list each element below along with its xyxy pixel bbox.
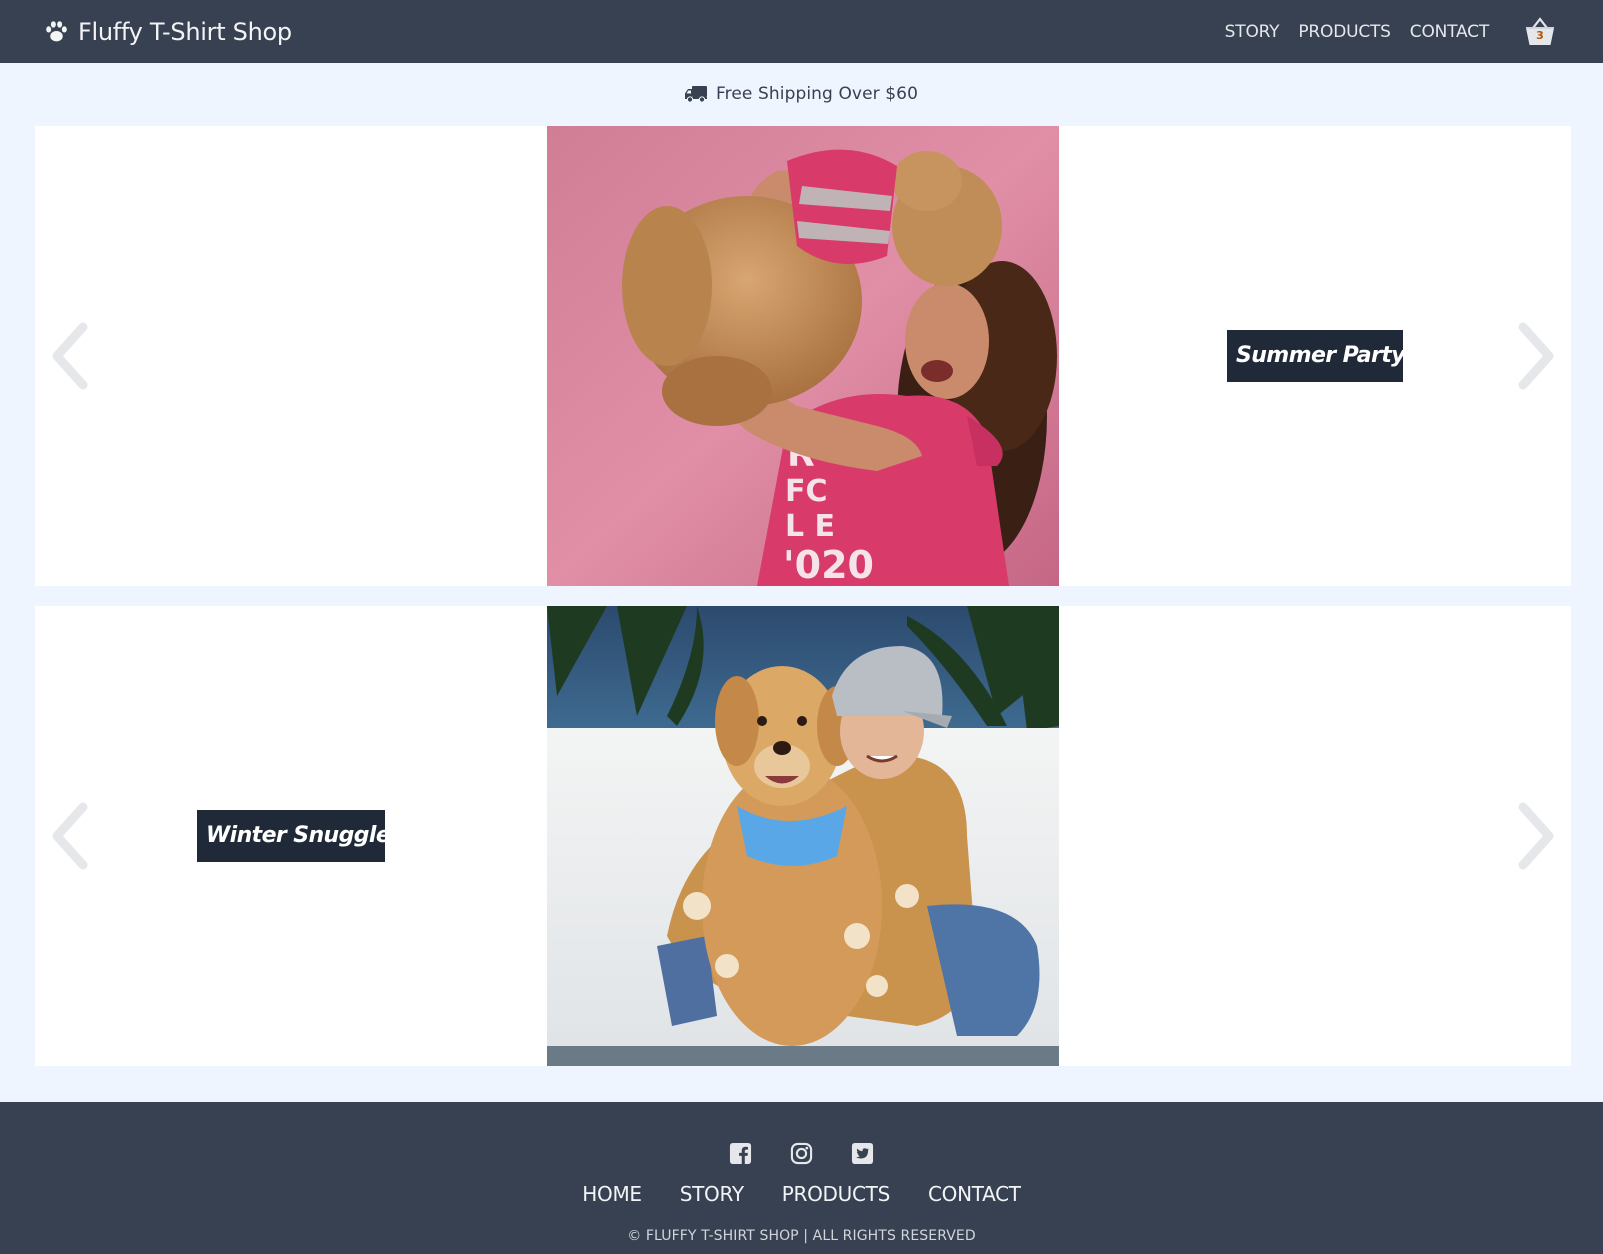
woman-with-dog-image: R FC L E '020 xyxy=(547,126,1059,586)
carousel-next-button[interactable] xyxy=(1515,801,1559,871)
shipping-banner: Free Shipping Over $60 xyxy=(0,80,1603,108)
person-hugging-dog-image xyxy=(547,606,1059,1066)
slide-image-winter xyxy=(547,606,1059,1066)
chevron-left-icon xyxy=(52,322,88,390)
slide-caption-winter[interactable]: Winter Snuggle xyxy=(197,810,391,862)
carousel-slide-summer: R FC L E '020 Summer Party xyxy=(35,126,1571,586)
brand-link[interactable]: Fluffy T-Shirt Shop xyxy=(44,18,292,46)
site-footer: HOME STORY PRODUCTS CONTACT © FLUFFY T-S… xyxy=(0,1102,1603,1254)
nav-products[interactable]: PRODUCTS xyxy=(1298,22,1391,42)
footer-nav-home[interactable]: HOME xyxy=(582,1182,642,1206)
footer-nav: HOME STORY PRODUCTS CONTACT xyxy=(0,1182,1603,1206)
copyright-text: © FLUFFY T-SHIRT SHOP | ALL RIGHTS RESER… xyxy=(627,1228,976,1244)
paw-icon xyxy=(46,21,67,42)
chevron-left-icon xyxy=(52,802,88,870)
footer-nav-products[interactable]: PRODUCTS xyxy=(782,1182,891,1206)
truck-icon xyxy=(685,86,707,103)
footer-nav-story[interactable]: STORY xyxy=(680,1182,744,1206)
main-nav: STORY PRODUCTS CONTACT 3 xyxy=(1225,14,1558,50)
twitter-icon[interactable] xyxy=(851,1142,874,1165)
carousel-next-button[interactable] xyxy=(1515,321,1559,391)
svg-text:'020: '020 xyxy=(783,543,874,586)
nav-story[interactable]: STORY xyxy=(1225,22,1280,42)
svg-text:L E: L E xyxy=(785,509,835,544)
cart-button[interactable]: 3 xyxy=(1522,14,1558,50)
carousel-prev-button[interactable] xyxy=(47,801,91,871)
slide-image-summer: R FC L E '020 xyxy=(547,126,1059,586)
carousel-slide-winter: Winter Snuggle xyxy=(35,606,1571,1066)
svg-text:FC: FC xyxy=(785,474,828,509)
slide-caption-summer[interactable]: Summer Party xyxy=(1227,330,1405,382)
brand-title: Fluffy T-Shirt Shop xyxy=(78,17,292,46)
shipping-text: Free Shipping Over $60 xyxy=(716,84,918,104)
cart-count-badge: 3 xyxy=(1536,28,1544,42)
social-links xyxy=(0,1142,1603,1165)
site-header: Fluffy T-Shirt Shop STORY PRODUCTS CONTA… xyxy=(0,0,1603,63)
carousel-prev-button[interactable] xyxy=(47,321,91,391)
chevron-right-icon xyxy=(1518,322,1554,390)
nav-contact[interactable]: CONTACT xyxy=(1410,22,1489,42)
instagram-icon[interactable] xyxy=(790,1142,813,1165)
footer-nav-contact[interactable]: CONTACT xyxy=(928,1182,1021,1206)
chevron-right-icon xyxy=(1518,802,1554,870)
facebook-icon[interactable] xyxy=(729,1142,752,1165)
